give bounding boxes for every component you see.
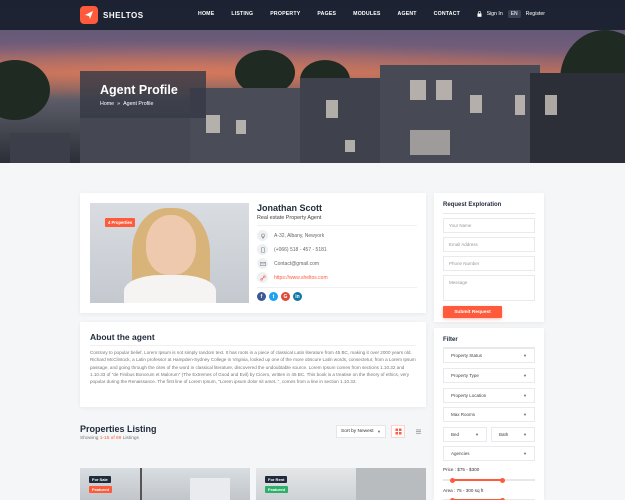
auth-links: Sign In EN Register bbox=[477, 10, 545, 18]
breadcrumb-separator: » bbox=[117, 101, 121, 107]
logo[interactable]: SHELTOS bbox=[80, 6, 144, 24]
bed-select[interactable]: Bed ▼ bbox=[443, 427, 487, 442]
lock-icon bbox=[477, 11, 482, 17]
link-icon bbox=[257, 272, 268, 283]
chevron-down-icon: ▼ bbox=[475, 432, 479, 437]
property-type-select[interactable]: Property Type ▼ bbox=[443, 368, 535, 383]
grid-view-button[interactable] bbox=[391, 425, 405, 438]
listing-count: Showing 1-15 of 69 Listings bbox=[80, 436, 139, 441]
register-link[interactable]: Register bbox=[526, 11, 545, 17]
about-title: About the agent bbox=[90, 332, 155, 342]
sort-select[interactable]: Sort by Newest ▼ bbox=[336, 425, 386, 438]
agent-email-row: Contact@gmail.com bbox=[257, 258, 319, 269]
breadcrumb-home[interactable]: Home bbox=[100, 101, 114, 107]
about-text: Contrary to popular belief, Lorem Ipsum … bbox=[90, 350, 416, 385]
linkedin-icon[interactable]: in bbox=[293, 292, 302, 301]
about-agent-card: About the agent Contrary to popular beli… bbox=[80, 322, 426, 407]
submit-request-button[interactable]: Submit Request bbox=[443, 306, 502, 318]
nav-listing[interactable]: LISTING bbox=[231, 11, 253, 17]
bath-select[interactable]: Bath ▼ bbox=[491, 427, 535, 442]
phone-icon bbox=[257, 244, 268, 255]
agent-phone[interactable]: (+066) 518 - 457 - 5181 bbox=[274, 247, 327, 253]
filter-title: Filter bbox=[443, 337, 458, 343]
twitter-icon[interactable]: t bbox=[269, 292, 278, 301]
nav-pages[interactable]: PAGES bbox=[317, 11, 336, 17]
nav-modules[interactable]: MODULES bbox=[353, 11, 380, 17]
breadcrumb-current: Agent Profile bbox=[123, 101, 154, 107]
phone-field[interactable]: Phone Number bbox=[443, 256, 535, 271]
area-range-label: Area : 75 - 300 sq ft bbox=[443, 488, 484, 493]
name-field[interactable]: Your Name bbox=[443, 218, 535, 233]
featured-badge: Featured bbox=[265, 486, 288, 493]
slider-handle-max[interactable] bbox=[500, 477, 506, 483]
facebook-icon[interactable]: f bbox=[257, 292, 266, 301]
price-range-slider[interactable] bbox=[443, 477, 535, 483]
chevron-down-icon: ▼ bbox=[523, 412, 527, 417]
slider-handle-min[interactable] bbox=[449, 477, 455, 483]
nav-home[interactable]: HOME bbox=[198, 11, 214, 17]
breadcrumb: Home » Agent Profile bbox=[100, 101, 206, 107]
chevron-down-icon: ▼ bbox=[523, 353, 527, 358]
properties-badge: 4 Properties bbox=[105, 218, 136, 227]
agent-address-row: A-32, Albany, Newyork bbox=[257, 230, 324, 241]
language-selector[interactable]: EN bbox=[507, 10, 521, 18]
map-pin-icon bbox=[257, 230, 268, 241]
grid-icon bbox=[395, 428, 401, 435]
property-card[interactable]: For Rent Featured bbox=[256, 468, 426, 500]
agent-profile-card: 4 Properties Jonathan Scott Real estate … bbox=[80, 193, 426, 313]
property-location-select[interactable]: Property Location ▼ bbox=[443, 388, 535, 403]
social-links: f t G in bbox=[257, 292, 302, 301]
agent-email[interactable]: Contact@gmail.com bbox=[274, 261, 319, 267]
logo-icon bbox=[80, 6, 98, 24]
chevron-down-icon: ▼ bbox=[523, 393, 527, 398]
email-field[interactable]: Email Address bbox=[443, 237, 535, 252]
list-view-button[interactable] bbox=[411, 425, 425, 438]
chevron-down-icon: ▼ bbox=[377, 429, 381, 434]
agent-role: Real estate Property Agent bbox=[257, 215, 322, 221]
property-card[interactable]: For Sale Featured bbox=[80, 468, 250, 500]
nav-property[interactable]: PROPERTY bbox=[270, 11, 300, 17]
filter-card: Filter Property Status ▼ Property Type ▼ P… bbox=[434, 328, 544, 500]
chevron-down-icon: ▼ bbox=[523, 451, 527, 456]
page-title: Agent Profile bbox=[100, 83, 178, 97]
price-range-label: Price : $75 - $300 bbox=[443, 467, 480, 472]
max-rooms-select[interactable]: Max Rooms ▼ bbox=[443, 407, 535, 422]
agencies-select[interactable]: Agencies ▼ bbox=[443, 446, 535, 461]
listing-title: Properties Listing bbox=[80, 424, 157, 434]
logo-text: SHELTOS bbox=[103, 10, 144, 20]
nav-contact[interactable]: CONTACT bbox=[434, 11, 460, 17]
agent-website[interactable]: https://www.sheltos.com bbox=[274, 275, 328, 281]
top-navbar: SHELTOS HOME LISTING PROPERTY PAGES MODU… bbox=[0, 0, 625, 30]
message-field[interactable]: Message bbox=[443, 275, 535, 301]
chevron-down-icon: ▼ bbox=[523, 432, 527, 437]
agent-website-row: https://www.sheltos.com bbox=[257, 272, 328, 283]
for-rent-badge: For Rent bbox=[265, 476, 288, 483]
agent-photo: 4 Properties bbox=[90, 203, 249, 303]
chevron-down-icon: ▼ bbox=[523, 373, 527, 378]
for-sale-badge: For Sale bbox=[89, 476, 111, 483]
request-title: Request Exploration bbox=[443, 202, 502, 208]
featured-badge: Featured bbox=[89, 486, 112, 493]
sign-in-link[interactable]: Sign In bbox=[487, 11, 503, 17]
google-plus-icon[interactable]: G bbox=[281, 292, 290, 301]
list-icon bbox=[415, 429, 421, 434]
agent-phone-row: (+066) 518 - 457 - 5181 bbox=[257, 244, 327, 255]
hero-title-box: Agent Profile Home » Agent Profile bbox=[80, 71, 206, 118]
nav-agent[interactable]: AGENT bbox=[398, 11, 417, 17]
mail-icon bbox=[257, 258, 268, 269]
request-exploration-card: Request Exploration Your Name Email Addr… bbox=[434, 193, 544, 322]
property-status-select[interactable]: Property Status ▼ bbox=[443, 348, 535, 363]
main-nav: HOME LISTING PROPERTY PAGES MODULES AGEN… bbox=[198, 11, 477, 17]
agent-name: Jonathan Scott bbox=[257, 203, 323, 213]
agent-address: A-32, Albany, Newyork bbox=[274, 232, 325, 239]
